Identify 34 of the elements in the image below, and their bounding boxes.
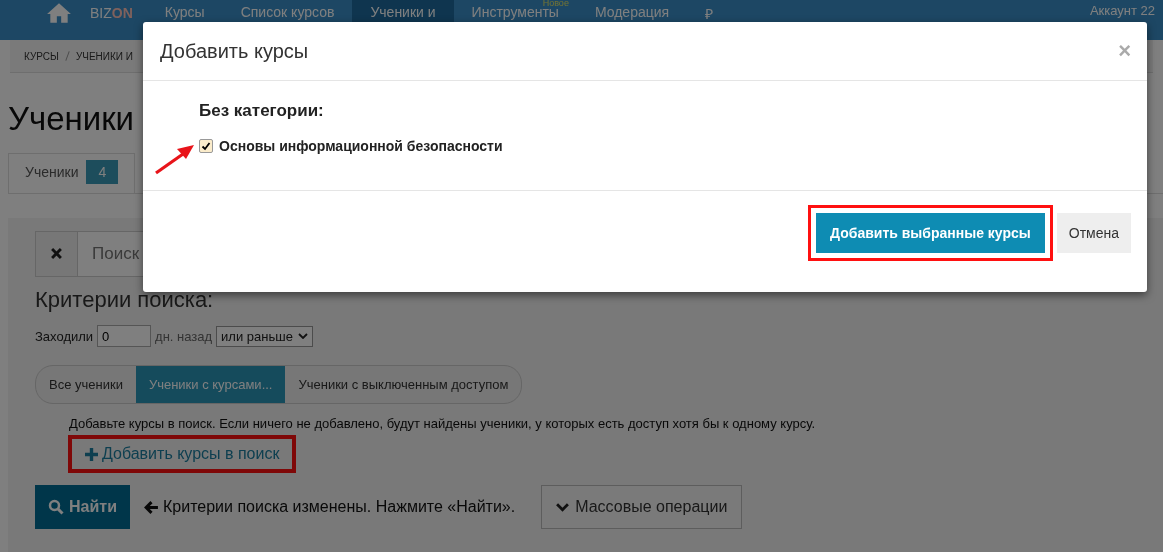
add-selected-button[interactable]: Добавить выбранные курсы [816, 213, 1045, 253]
arrow-left-icon [143, 499, 159, 515]
chevron-down-icon [297, 333, 308, 339]
close-button[interactable]: × [1118, 38, 1131, 64]
checkbox[interactable] [199, 139, 213, 153]
plus-icon [85, 447, 98, 461]
cancel-button[interactable]: Отмена [1056, 213, 1131, 253]
find-button[interactable]: Найти [35, 485, 130, 529]
add-courses-link[interactable]: Добавить курсы в поиск [85, 445, 280, 463]
period-select[interactable]: или раньше [216, 325, 313, 347]
modal-title: Добавить курсы [160, 39, 309, 63]
home-icon[interactable] [46, 2, 72, 24]
search-icon [48, 499, 64, 515]
category-title: Без категории: [199, 101, 325, 121]
close-icon [51, 247, 62, 259]
account-menu[interactable]: Аккаунт 22 [1089, 0, 1163, 18]
logo[interactable]: BIZON [90, 0, 133, 21]
page-title: Ученики [8, 99, 135, 139]
breadcrumb-link[interactable]: УЧЕНИКИ И [75, 50, 133, 62]
hint-text: Добавьте курсы в поиск. Если ничего не добавлено, будут найдены ученики, у которых есть доступ хотя бы к одному курсу. [69, 416, 817, 431]
course-label[interactable]: Основы информационной безопасности [219, 138, 503, 154]
filter-tab[interactable]: Ученики с курсами... [135, 366, 286, 403]
clear-button[interactable] [36, 232, 78, 276]
bulk-actions-button[interactable]: Массовые операции [541, 485, 743, 529]
filter-tab[interactable]: Все ученики [36, 366, 136, 403]
breadcrumb-link[interactable]: КУРСЫ [24, 50, 59, 62]
chevron-down-icon [556, 502, 570, 512]
days-field[interactable]: 0 [97, 325, 152, 347]
field-label: Заходили [35, 328, 94, 344]
filter-tab[interactable]: Ученики с выключенным доступом [285, 366, 522, 403]
status-message: Критерии поиска изменены. Нажмите «Найти». [162, 498, 516, 516]
field-label: дн. назад [155, 328, 213, 344]
tab[interactable]: Ученики 4 [8, 153, 136, 193]
section-title: Критерии поиска: [35, 287, 215, 313]
